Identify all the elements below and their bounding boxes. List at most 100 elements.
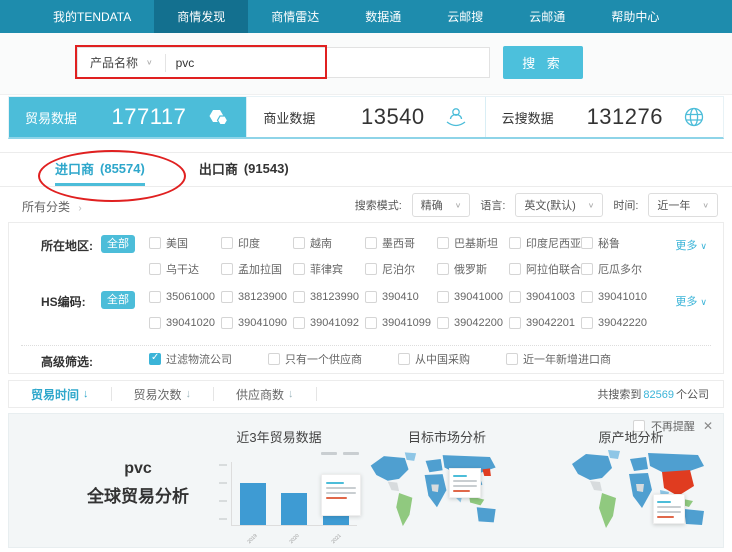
hscode-checkbox-item[interactable]: 39041010 bbox=[581, 291, 653, 303]
checkbox-label: 过滤物流公司 bbox=[166, 351, 232, 367]
stat-tile-business-data[interactable]: 商业数据 13540 bbox=[247, 97, 485, 137]
nav-item[interactable]: 帮助中心 bbox=[588, 0, 682, 33]
checkbox-icon[interactable] bbox=[221, 237, 233, 249]
stat-label: 云搜数据 bbox=[502, 108, 554, 127]
checkbox-icon[interactable] bbox=[509, 263, 521, 275]
checkbox-icon[interactable] bbox=[365, 291, 377, 303]
region-checkbox-item[interactable]: 乌干达 bbox=[149, 261, 221, 277]
hscode-checkbox-item[interactable]: 39041020 bbox=[149, 317, 221, 329]
checkbox-icon[interactable] bbox=[509, 237, 521, 249]
hscode-checkbox-item[interactable]: 39042220 bbox=[581, 317, 653, 329]
stat-label: 贸易数据 bbox=[25, 108, 77, 127]
stat-tile-cloud-search-data[interactable]: 云搜数据 131276 bbox=[486, 97, 723, 137]
tab-importers[interactable]: 进口商 (85574) bbox=[55, 153, 145, 186]
hscode-checkbox-item[interactable]: 39041099 bbox=[365, 317, 437, 329]
checkbox-icon[interactable] bbox=[398, 353, 410, 365]
checkbox-icon[interactable] bbox=[506, 353, 518, 365]
hscode-checkbox-item[interactable]: 35061000 bbox=[149, 291, 221, 303]
hscode-checkbox-item[interactable]: 390410 bbox=[365, 291, 437, 303]
nav-item[interactable]: 商情雷达 bbox=[248, 0, 342, 33]
advanced-checkbox-item[interactable]: 近一年新增进口商 bbox=[506, 351, 611, 367]
sort-by-trade-time[interactable]: 贸易时间 ↓ bbox=[9, 381, 111, 407]
search-button[interactable]: 搜 索 bbox=[503, 46, 583, 79]
hscode-checkbox-item[interactable]: 39041000 bbox=[437, 291, 509, 303]
close-icon[interactable]: ✕ bbox=[703, 419, 713, 433]
region-checkbox-item[interactable]: 越南 bbox=[293, 235, 365, 251]
region-more-link[interactable]: 更多 ∨ bbox=[675, 237, 707, 253]
region-all-button[interactable]: 全部 bbox=[101, 235, 135, 253]
advanced-checkbox-item[interactable]: 过滤物流公司 bbox=[149, 351, 232, 367]
checkbox-icon[interactable] bbox=[581, 317, 593, 329]
region-checkbox-item[interactable]: 孟加拉国 bbox=[221, 261, 293, 277]
sort-by-supplier-count[interactable]: 供应商数 ↓ bbox=[214, 381, 316, 407]
hscode-checkbox-item[interactable]: 38123990 bbox=[293, 291, 365, 303]
checkbox-icon[interactable] bbox=[268, 353, 280, 365]
hscode-checkbox-item[interactable]: 39042200 bbox=[437, 317, 509, 329]
checkbox-icon[interactable] bbox=[365, 317, 377, 329]
checkbox-icon[interactable] bbox=[437, 291, 449, 303]
checkbox-icon[interactable] bbox=[365, 237, 377, 249]
region-checkbox-item[interactable]: 印度 bbox=[221, 235, 293, 251]
checkbox-icon[interactable] bbox=[293, 291, 305, 303]
checkbox-icon[interactable] bbox=[581, 237, 593, 249]
advanced-checkbox-item[interactable]: 只有一个供应商 bbox=[268, 351, 362, 367]
hscode-all-button[interactable]: 全部 bbox=[101, 291, 135, 309]
region-checkbox-item[interactable]: 厄瓜多尔 bbox=[581, 261, 653, 277]
advanced-checkbox-item[interactable]: 从中国采购 bbox=[398, 351, 470, 367]
checkbox-icon[interactable] bbox=[149, 291, 161, 303]
search-category-dropdown[interactable]: 产品名称 ∨ bbox=[78, 48, 165, 77]
nav-item[interactable]: 云邮搜 bbox=[424, 0, 506, 33]
top-nav: 我的TENDATA 商情发现 商情雷达 数据通 云邮搜 云邮通 帮助中心 bbox=[0, 0, 732, 33]
tab-exporters[interactable]: 出口商 (91543) bbox=[199, 153, 289, 186]
nav-item[interactable]: 云邮通 bbox=[506, 0, 588, 33]
hscode-more-link[interactable]: 更多 ∨ bbox=[675, 293, 707, 309]
region-checkbox-item[interactable]: 巴基斯坦 bbox=[437, 235, 509, 251]
search-input[interactable] bbox=[166, 56, 489, 70]
analysis-title: 全球贸易分析 bbox=[47, 482, 229, 507]
hscode-checkbox-item[interactable]: 38123900 bbox=[221, 291, 293, 303]
checkbox-icon[interactable] bbox=[221, 317, 233, 329]
nav-item[interactable]: 数据通 bbox=[342, 0, 424, 33]
hscode-checkbox-item[interactable]: 39041003 bbox=[509, 291, 581, 303]
checkbox-icon[interactable] bbox=[509, 291, 521, 303]
checkbox-icon[interactable] bbox=[581, 291, 593, 303]
bar-year1[interactable] bbox=[240, 483, 266, 525]
checkbox-icon[interactable] bbox=[221, 291, 233, 303]
nav-item[interactable]: 商情发现 bbox=[154, 0, 248, 33]
checkbox-icon[interactable] bbox=[293, 317, 305, 329]
checkbox-icon[interactable] bbox=[437, 317, 449, 329]
checkbox-icon[interactable] bbox=[437, 263, 449, 275]
hscode-checkbox-item[interactable]: 39042201 bbox=[509, 317, 581, 329]
checkbox-icon[interactable] bbox=[149, 353, 161, 365]
checkbox-icon[interactable] bbox=[149, 263, 161, 275]
checkbox-icon[interactable] bbox=[221, 263, 233, 275]
hscode-checkbox-item[interactable]: 39041092 bbox=[293, 317, 365, 329]
hscode-checkbox-item[interactable]: 39041090 bbox=[221, 317, 293, 329]
bar-year2[interactable] bbox=[281, 493, 307, 525]
checkbox-icon[interactable] bbox=[581, 263, 593, 275]
nav-item[interactable]: 我的TENDATA bbox=[30, 0, 154, 33]
region-checkbox-item[interactable]: 秘鲁 bbox=[581, 235, 653, 251]
region-checkbox-item[interactable]: 美国 bbox=[149, 235, 221, 251]
region-checkbox-item[interactable]: 尼泊尔 bbox=[365, 261, 437, 277]
region-checkbox-item[interactable]: 阿拉伯联合... bbox=[509, 261, 581, 277]
language-select[interactable]: 英文(默认) ∨ bbox=[515, 193, 603, 217]
checkbox-icon[interactable] bbox=[293, 237, 305, 249]
checkbox-label: 35061000 bbox=[166, 291, 215, 303]
search-mode-select[interactable]: 精确 ∨ bbox=[412, 193, 471, 217]
checkbox-icon[interactable] bbox=[509, 317, 521, 329]
region-checkbox-item[interactable]: 印度尼西亚 bbox=[509, 235, 581, 251]
all-categories-link[interactable]: 所有分类 › bbox=[22, 198, 82, 215]
y-tick bbox=[219, 518, 227, 520]
checkbox-icon[interactable] bbox=[149, 237, 161, 249]
checkbox-icon[interactable] bbox=[365, 263, 377, 275]
stat-tile-trade-data[interactable]: 贸易数据 177117 bbox=[9, 97, 247, 137]
region-checkbox-item[interactable]: 俄罗斯 bbox=[437, 261, 509, 277]
checkbox-icon[interactable] bbox=[149, 317, 161, 329]
checkbox-icon[interactable] bbox=[437, 237, 449, 249]
sort-by-trade-count[interactable]: 贸易次数 ↓ bbox=[112, 381, 214, 407]
checkbox-icon[interactable] bbox=[293, 263, 305, 275]
region-checkbox-item[interactable]: 墨西哥 bbox=[365, 235, 437, 251]
region-checkbox-item[interactable]: 菲律宾 bbox=[293, 261, 365, 277]
time-select[interactable]: 近一年 ∨ bbox=[648, 193, 718, 217]
